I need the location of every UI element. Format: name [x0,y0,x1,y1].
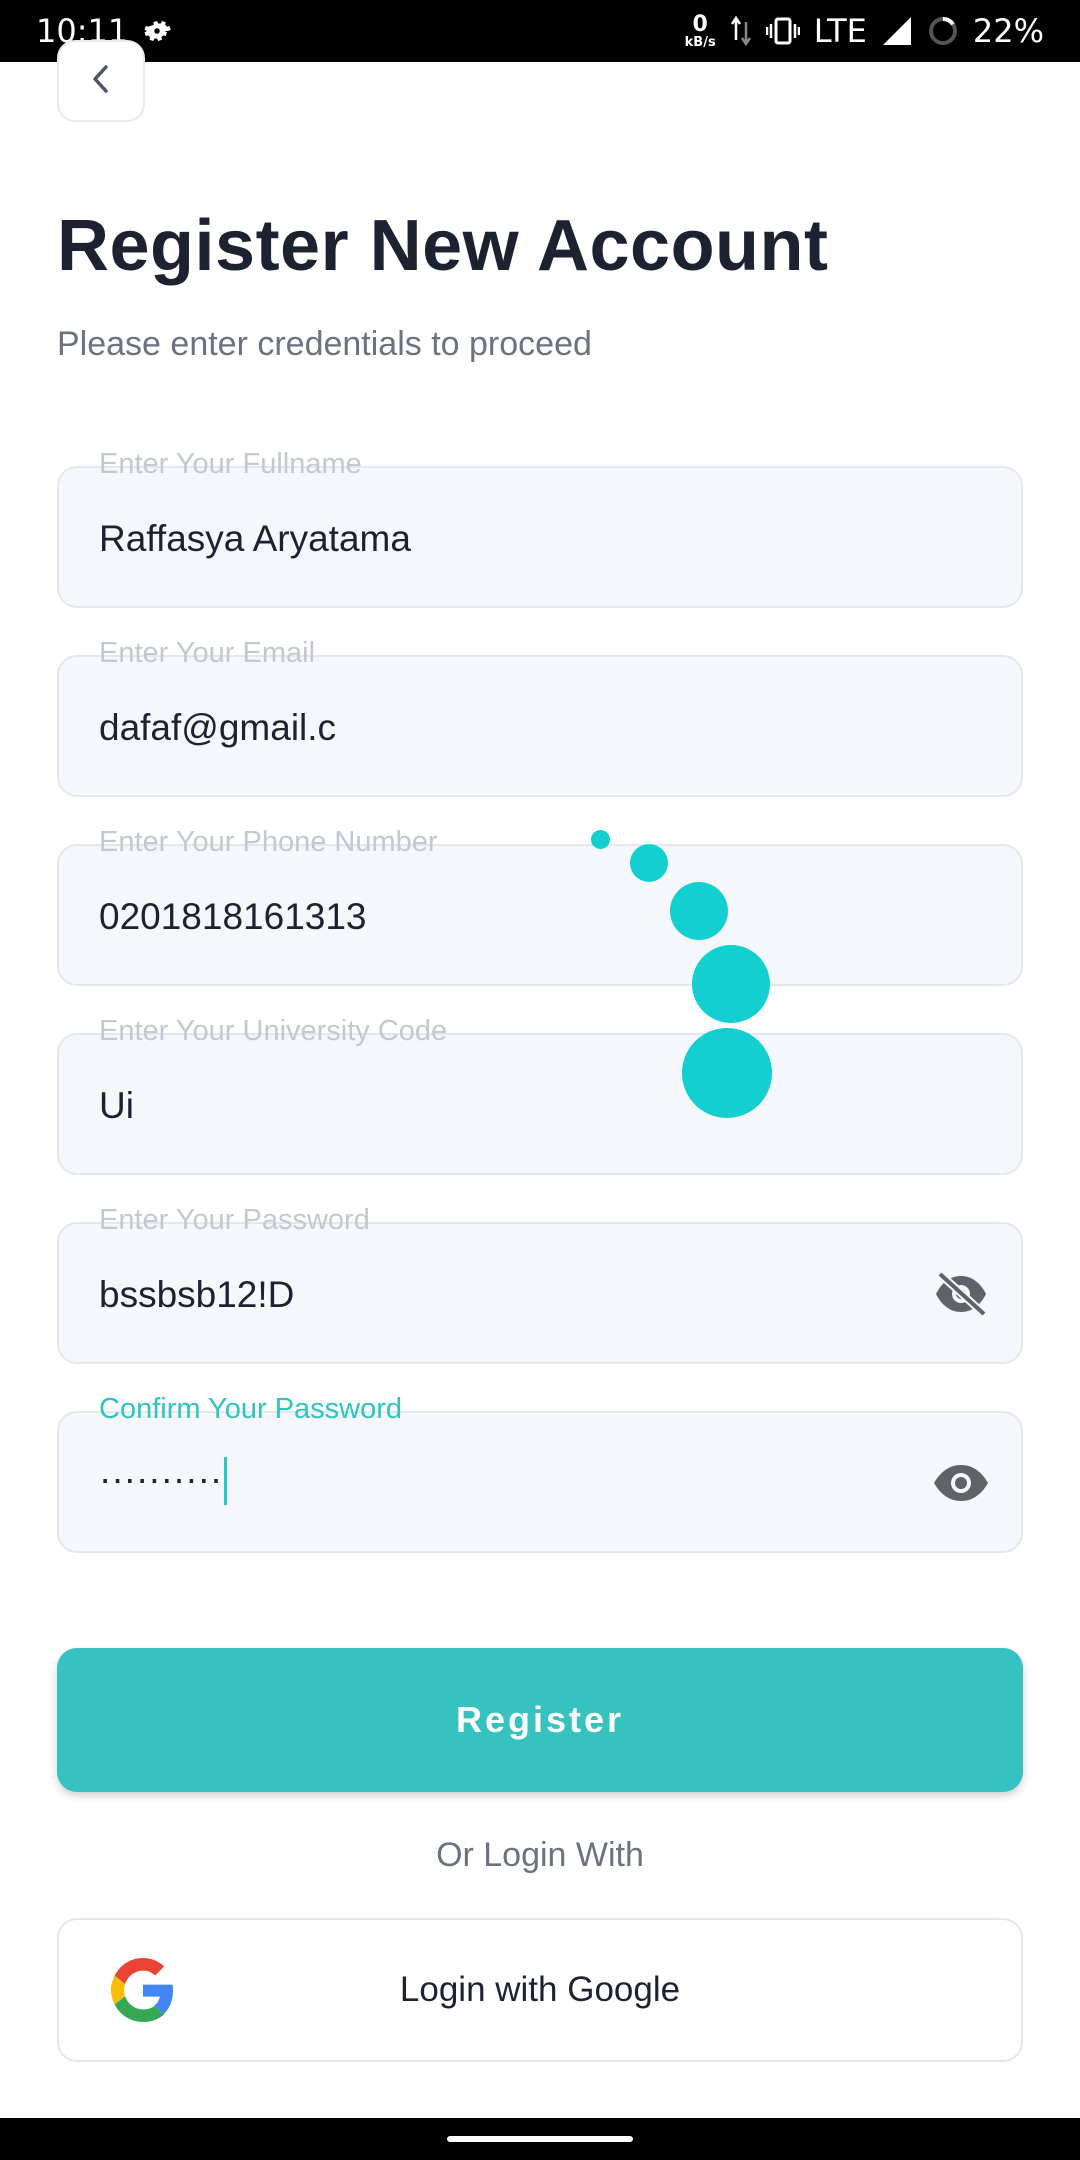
page-title: Register New Account [57,206,829,286]
confirm-password-label: Confirm Your Password [99,1393,403,1425]
status-bar: 10:11 0 kB/s LTE 22% [0,0,1080,62]
university-code-field[interactable]: Enter Your University Code Ui [57,1015,1023,1175]
phone-field[interactable]: Enter Your Phone Number 0201818161313 [57,826,1023,986]
loading-dot [591,830,610,849]
signal-icon [881,15,913,47]
password-value: bssbsb12!D [99,1274,295,1315]
text-cursor [224,1457,228,1505]
vibrate-icon [765,16,800,46]
fullname-label: Enter Your Fullname [99,448,362,480]
data-transfer-icon [730,16,752,46]
home-gesture-handle[interactable] [447,2136,633,2142]
battery-percent: 22% [972,12,1044,50]
confirm-password-value-wrap: ·········· [99,1457,228,1505]
email-field[interactable]: Enter Your Email dafaf@gmail.c [57,637,1023,797]
fullname-value: Raffasya Aryatama [99,518,411,559]
loading-dot [682,1028,772,1118]
loading-dot [692,945,770,1023]
settings-icon [142,16,172,46]
network-type: LTE [813,12,867,50]
login-with-google-label: Login with Google [399,1970,681,2009]
email-value: dafaf@gmail.c [99,707,337,748]
page-subtitle: Please enter credentials to proceed [57,325,592,363]
university-code-value: Ui [99,1085,134,1126]
network-speed: 0 kB/s [684,11,716,50]
google-logo-icon [111,1958,175,2022]
email-label: Enter Your Email [99,637,316,669]
register-button-label: Register [455,1699,625,1740]
back-button[interactable] [57,40,145,122]
or-login-with-text: Or Login With [436,1836,644,1874]
loading-dot [630,844,668,882]
login-with-google-button[interactable]: Login with Google [57,1918,1023,2062]
confirm-password-field[interactable]: Confirm Your Password ·········· [57,1393,1023,1553]
battery-icon [927,15,959,47]
university-code-label: Enter Your University Code [99,1015,448,1047]
navigation-bar [0,2118,1080,2160]
password-label: Enter Your Password [99,1204,370,1236]
phone-label: Enter Your Phone Number [99,826,438,858]
loading-dot [670,882,728,940]
register-button[interactable]: Register [57,1648,1023,1792]
confirm-password-value: ·········· [99,1457,223,1499]
eye-off-icon[interactable] [931,1270,991,1318]
chevron-left-icon [86,61,116,102]
phone-value: 0201818161313 [99,896,367,937]
password-field[interactable]: Enter Your Password bssbsb12!D [57,1204,1023,1364]
fullname-field[interactable]: Enter Your Fullname Raffasya Aryatama [57,448,1023,608]
eye-icon[interactable] [931,1459,991,1507]
